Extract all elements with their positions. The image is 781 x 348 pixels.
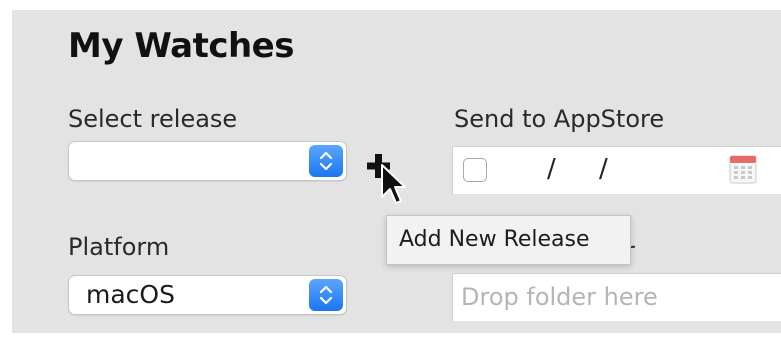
platform-label: Platform bbox=[68, 233, 170, 261]
send-to-appstore-label: Send to AppStore bbox=[454, 105, 665, 133]
page-title: My Watches bbox=[68, 26, 294, 66]
folder-drop-field[interactable] bbox=[452, 273, 781, 321]
release-select[interactable] bbox=[68, 141, 347, 181]
chevron-up-down-icon[interactable] bbox=[309, 145, 343, 177]
select-release-label: Select release bbox=[68, 105, 238, 133]
add-release-tooltip: Add New Release bbox=[386, 215, 631, 265]
calendar-icon[interactable] bbox=[729, 154, 757, 184]
appstore-enable-checkbox[interactable] bbox=[463, 158, 487, 182]
date-separator: / bbox=[547, 154, 556, 184]
appstore-date-picker[interactable]: / / bbox=[452, 146, 781, 194]
platform-select-value: macOS bbox=[86, 280, 175, 309]
chevron-up-down-icon[interactable] bbox=[309, 279, 343, 311]
arrow-cursor-icon bbox=[380, 163, 406, 207]
platform-select[interactable]: macOS bbox=[68, 275, 347, 315]
date-separator: / bbox=[599, 154, 608, 184]
folder-drop-input[interactable] bbox=[461, 280, 771, 314]
